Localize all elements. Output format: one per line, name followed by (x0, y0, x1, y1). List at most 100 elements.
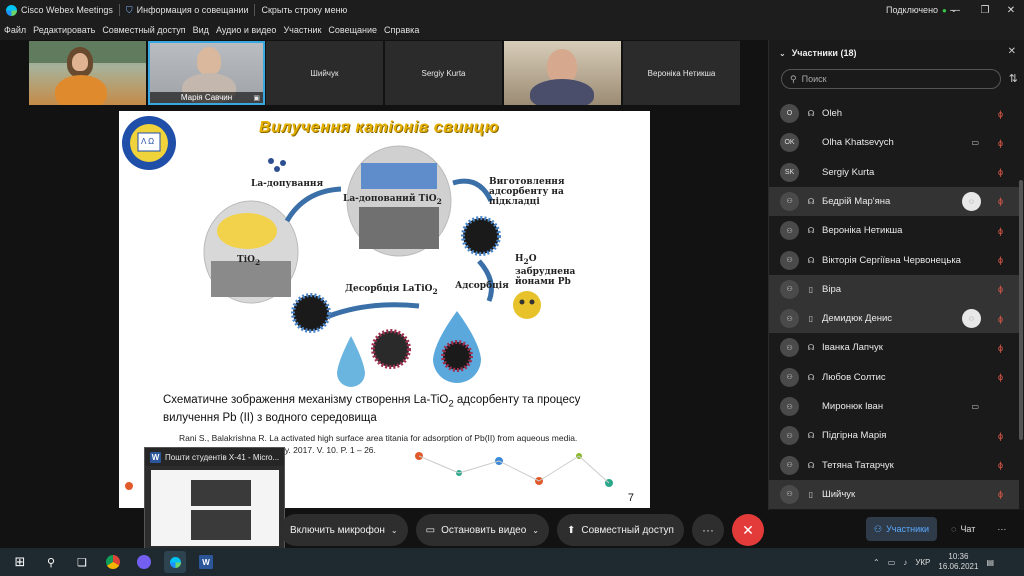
menu-view[interactable]: Вид (193, 25, 209, 35)
fabrication-arrow (452, 178, 494, 203)
viber-icon[interactable] (133, 551, 155, 573)
clock-time: 10:36 (948, 552, 969, 561)
panel-scrollbar[interactable] (1019, 180, 1023, 440)
participant-search-input[interactable]: ⚲ Поиск (781, 69, 1001, 89)
webex-taskbar-icon[interactable] (164, 551, 186, 573)
clock[interactable]: 10:36 16.06.2021 (938, 552, 978, 572)
participant-row[interactable]: ⚇ ☊ Іванка Лапчук ɸ (769, 333, 1019, 362)
participant-row[interactable]: ⚇ ☊ Вікторія Сергіївна Червонецька ɸ (769, 246, 1019, 275)
word-icon: W (150, 451, 161, 463)
participant-row[interactable]: ⚇ ▯ Шийчук ɸ (769, 479, 1019, 509)
chat-bubble-icon[interactable]: ◌ (962, 309, 981, 329)
network-icon[interactable]: ▭ (888, 558, 896, 567)
menu-help[interactable]: Справка (384, 25, 419, 35)
muted-mic-icon[interactable]: ɸ (998, 196, 1003, 206)
keyboard-language[interactable]: УКР (915, 558, 930, 567)
participant-name: Бедрій Мар'яна (822, 195, 891, 207)
word-icon: W (199, 555, 213, 569)
muted-mic-icon[interactable]: ɸ (998, 284, 1003, 294)
muted-mic-icon[interactable]: ɸ (998, 431, 1003, 441)
chevron-down-icon[interactable]: ⌄ (532, 526, 539, 535)
toxic-lead-icon (513, 291, 541, 319)
label-desorption: Десорбція LaTiO2 (345, 284, 438, 297)
notifications-icon[interactable]: ▤ (986, 558, 994, 567)
hide-menu-button[interactable]: Скрыть строку меню (255, 0, 353, 20)
more-options-button[interactable]: ··· (691, 514, 724, 546)
chrome-icon[interactable] (102, 551, 124, 573)
chat-tab[interactable]: ◌ Чат (943, 517, 983, 541)
windows-start-icon[interactable]: ⊞ (9, 551, 31, 573)
label-adsorbent: Виготовлення адсорбенту на підкладці (489, 177, 565, 207)
avatar: OK (780, 133, 799, 153)
unmute-button[interactable]: Включить микрофон ⌄ (280, 514, 408, 546)
muted-mic-icon[interactable]: ɸ (998, 343, 1003, 353)
menu-edit[interactable]: Редактировать (33, 25, 95, 35)
chat-bubble-icon[interactable]: ◌ (962, 191, 981, 211)
avatar: ⚇ (780, 397, 799, 416)
menu-share[interactable]: Совместный доступ (102, 25, 185, 35)
more-icon: ··· (701, 523, 714, 537)
participant-row[interactable]: O ☊ Oleh ɸ (769, 99, 1019, 128)
share-label: Совместный доступ (581, 524, 674, 536)
video-tile-5[interactable] (504, 41, 621, 105)
muted-mic-icon[interactable]: ɸ (998, 314, 1003, 324)
word-taskbar-icon[interactable]: W (195, 551, 217, 573)
chevron-down-icon[interactable]: ⌄ (779, 49, 786, 58)
windows-taskbar: ⊞ ⚲ ❏ W ⌃ ▭ ♪ УКР 10:36 16.06.2021 ▤ (0, 548, 1024, 576)
participant-row[interactable]: ⚇ ☊ Вероніка Нетикша ɸ (769, 216, 1019, 245)
participant-row[interactable]: ⚇ ☊ Підгірна Марія ɸ (769, 421, 1019, 450)
video-tile-4[interactable]: Sergiy Kurta (385, 41, 502, 105)
tile-name-text: Марія Савчин (180, 93, 233, 102)
menu-audio-video[interactable]: Аудио и видео (216, 25, 277, 35)
title-bar: Cisco Webex Meetings ⛉ Информация о сове… (0, 0, 1024, 20)
participant-row[interactable]: ⚇ ▯ Демидюк Денис ◌ ɸ (769, 304, 1019, 334)
share-button[interactable]: ⬆ Совместный доступ (557, 514, 684, 546)
panel-header[interactable]: ⌄ Участники (18) (779, 48, 856, 58)
stop-video-button[interactable]: ▭ Остановить видео ⌄ (415, 514, 549, 546)
panel-tabs: ⚇ Участники ◌ Чат ··· (866, 517, 1014, 541)
menu-bar: Файл Редактировать Совместный доступ Вид… (0, 20, 1024, 40)
webex-logo-icon (6, 4, 17, 16)
label-adsorption: Адсорбція (455, 281, 509, 291)
pin-icon[interactable]: ▣ (253, 94, 260, 102)
muted-mic-icon[interactable]: ɸ (998, 138, 1003, 148)
menu-file[interactable]: Файл (4, 25, 26, 35)
task-view-icon[interactable]: ❏ (71, 551, 93, 573)
meeting-info-button[interactable]: ⛉ Информация о совещании (120, 0, 255, 20)
close-panel-icon[interactable]: ✕ (1008, 46, 1016, 57)
video-tile-1[interactable] (29, 41, 146, 105)
preview-page-1 (191, 480, 251, 506)
participant-row[interactable]: ⚇ Миронюк Іван ▭ (769, 392, 1019, 421)
shared-app-thumbnail[interactable]: W Пошти студентів X-41 - Micro... (144, 447, 285, 550)
menu-meeting[interactable]: Совещание (328, 25, 377, 35)
muted-mic-icon[interactable]: ɸ (998, 109, 1003, 119)
sort-icon[interactable]: ⇅ (1009, 72, 1018, 85)
chevron-up-icon[interactable]: ⌃ (873, 558, 880, 567)
menu-participant[interactable]: Участник (283, 25, 321, 35)
muted-mic-icon[interactable]: ɸ (998, 255, 1003, 265)
participant-row[interactable]: OK Olha Khatsevych ▭ ɸ (769, 128, 1019, 157)
video-tile-6[interactable]: Вероніка Нетикша (623, 41, 740, 105)
volume-icon[interactable]: ♪ (903, 558, 907, 567)
search-icon[interactable]: ⚲ (40, 551, 62, 573)
chevron-down-icon[interactable]: ⌄ (391, 526, 398, 535)
muted-mic-icon[interactable]: ɸ (998, 489, 1003, 499)
participant-row[interactable]: ⚇ ▯ Віра ɸ (769, 274, 1019, 304)
headset-icon: ☊ (807, 196, 815, 206)
participant-row[interactable]: ⚇ ☊ Тетяна Татарчук ɸ (769, 451, 1019, 480)
end-meeting-button[interactable]: ✕ (731, 514, 764, 546)
video-tile-active-speaker[interactable]: Марія Савчин ▣ (148, 41, 265, 105)
participant-name: Тетяна Татарчук (822, 459, 894, 471)
more-panels-button[interactable]: ··· (989, 517, 1014, 541)
close-button[interactable]: ✕ (996, 0, 1024, 20)
participants-tab[interactable]: ⚇ Участники (866, 517, 938, 541)
minimize-button[interactable]: — (940, 0, 970, 20)
participant-row[interactable]: ⚇ ☊ Любов Солтис ɸ (769, 363, 1019, 392)
muted-mic-icon[interactable]: ɸ (998, 167, 1003, 177)
video-tile-3[interactable]: Шийчук (266, 41, 383, 105)
muted-mic-icon[interactable]: ɸ (998, 460, 1003, 470)
participant-row[interactable]: ⚇ ☊ Бедрій Мар'яна ◌ ɸ (769, 186, 1019, 216)
muted-mic-icon[interactable]: ɸ (998, 372, 1003, 382)
participant-row[interactable]: SK Sergiy Kurta ɸ (769, 158, 1019, 187)
muted-mic-icon[interactable]: ɸ (998, 226, 1003, 236)
